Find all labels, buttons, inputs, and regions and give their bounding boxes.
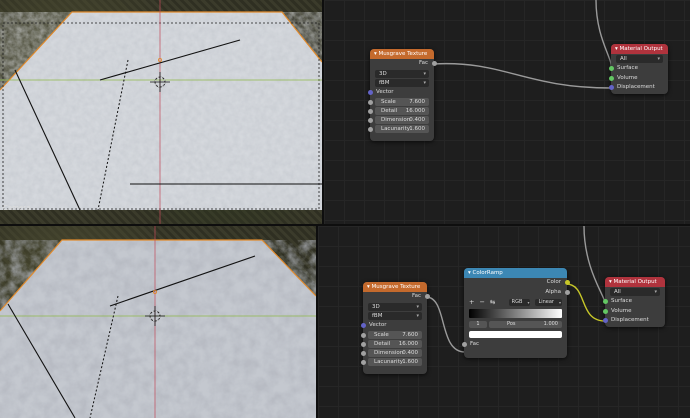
output-alpha: Alpha <box>464 288 570 298</box>
material-output-node[interactable]: ▾ Material Output All Surface Volume Dis… <box>608 44 668 94</box>
socket-vector-in[interactable] <box>367 89 373 95</box>
socket-surface-in[interactable] <box>602 299 608 305</box>
socket-volume-in[interactable] <box>608 75 614 81</box>
color-mode-dropdown[interactable]: RGB <box>508 298 531 306</box>
blender-window: Camera ▾ Musgrave Texture Fac 3D ▾ fBM ▾… <box>0 0 690 418</box>
stop-color-swatch[interactable] <box>469 331 562 338</box>
target-dropdown[interactable]: All <box>616 55 663 63</box>
stop-position-row: 1 Pos 1.000 <box>464 320 567 329</box>
scale-field[interactable]: Scale 7.600 <box>360 331 422 339</box>
input-surface: Surface <box>602 297 665 307</box>
node-title: Musgrave Texture <box>378 51 428 57</box>
colorramp-node[interactable]: ▾ ColorRamp Color Alpha + − ⇆ RGB Linear… <box>461 268 570 358</box>
viewport-top[interactable]: Camera <box>0 0 322 224</box>
detail-field[interactable]: Detail 16.000 <box>360 340 422 348</box>
scale-field[interactable]: Scale 7.600 <box>367 98 429 106</box>
target-dropdown[interactable]: All <box>610 288 660 296</box>
input-vector: Vector <box>360 321 427 331</box>
node-title: ColorRamp <box>472 270 503 276</box>
output-color: Color <box>464 278 570 288</box>
input-displacement: Displacement <box>602 316 665 326</box>
viewport-bottom[interactable] <box>0 226 316 418</box>
input-volume: Volume <box>602 307 665 317</box>
socket-color-out[interactable] <box>564 280 570 286</box>
viewport-bottom-scene <box>0 226 316 418</box>
flip-ramp-button[interactable]: ⇆ <box>490 298 495 306</box>
node-header[interactable]: ▾ Material Output <box>611 44 668 54</box>
input-surface: Surface <box>608 64 668 74</box>
socket-fac-out[interactable] <box>431 61 437 67</box>
lacunarity-field[interactable]: Lacunarity 1.600 <box>367 125 429 133</box>
input-fac: Fac <box>461 340 567 350</box>
node-editor-bottom[interactable]: ▾ Musgrave Texture Fac 3D fBM Vector Sca… <box>318 226 690 418</box>
remove-stop-button[interactable]: − <box>479 298 484 306</box>
material-output-node[interactable]: ▾ Material Output All Surface Volume Dis… <box>602 277 665 327</box>
node-header[interactable]: ▾ ColorRamp <box>464 268 567 278</box>
socket-volume-in[interactable] <box>602 308 608 314</box>
musgrave-texture-node[interactable]: ▾ Musgrave Texture Fac 3D fBM Vector Sca… <box>367 49 437 141</box>
node-title: Material Output <box>619 46 663 52</box>
input-volume: Volume <box>608 74 668 84</box>
musgrave-type-dropdown[interactable]: fBM <box>375 78 429 87</box>
socket-surface-in[interactable] <box>608 66 614 72</box>
socket-fac-out[interactable] <box>424 294 430 300</box>
socket-displacement-in[interactable] <box>602 318 608 324</box>
dimension-field[interactable]: Dimension 0.400 <box>360 349 422 357</box>
dimension-field[interactable]: Dimension 0.400 <box>367 116 429 124</box>
node-header[interactable]: ▾ Material Output <box>605 277 665 287</box>
interpolation-dropdown[interactable]: Linear <box>535 298 562 306</box>
node-title: Material Output <box>613 279 657 285</box>
output-fac: Fac <box>370 59 437 69</box>
node-title: Musgrave Texture <box>371 284 421 290</box>
output-fac: Fac <box>363 292 430 302</box>
input-displacement: Displacement <box>608 83 668 93</box>
musgrave-texture-node[interactable]: ▾ Musgrave Texture Fac 3D fBM Vector Sca… <box>360 282 430 374</box>
socket-vector-in[interactable] <box>360 322 366 328</box>
socket-alpha-out[interactable] <box>564 289 570 295</box>
camera-label: Camera <box>3 204 31 212</box>
color-ramp-gradient[interactable] <box>469 309 562 318</box>
detail-field[interactable]: Detail 16.000 <box>367 107 429 115</box>
node-header[interactable]: ▾ Musgrave Texture <box>363 282 427 292</box>
active-stop-index[interactable]: 1 <box>469 321 487 328</box>
ramp-controls: + − ⇆ RGB Linear <box>464 297 567 307</box>
node-header[interactable]: ▾ Musgrave Texture <box>370 49 434 59</box>
dimensions-dropdown[interactable]: 3D <box>375 69 429 78</box>
lacunarity-field[interactable]: Lacunarity 1.600 <box>360 358 422 366</box>
stop-position-field[interactable]: Pos 1.000 <box>489 321 562 328</box>
add-stop-button[interactable]: + <box>469 298 474 306</box>
input-vector: Vector <box>367 88 434 98</box>
socket-fac-in[interactable] <box>461 342 467 348</box>
viewport-top-scene <box>0 0 322 224</box>
dimensions-dropdown[interactable]: 3D <box>368 302 422 311</box>
node-editor-top[interactable]: ▾ Musgrave Texture Fac 3D fBM Vector Sca… <box>324 0 690 224</box>
musgrave-type-dropdown[interactable]: fBM <box>368 311 422 320</box>
socket-displacement-in[interactable] <box>608 85 614 91</box>
